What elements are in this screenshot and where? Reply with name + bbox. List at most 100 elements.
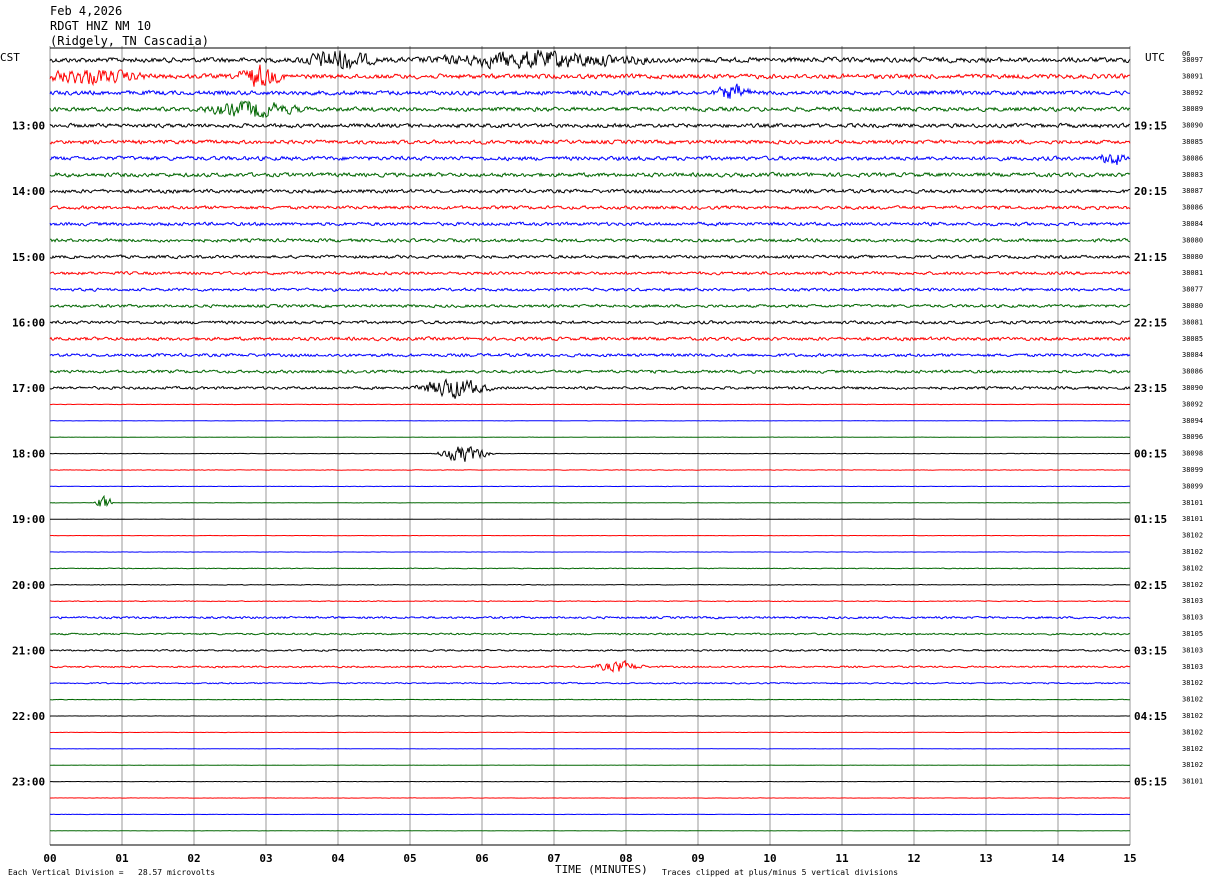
- row-value: 38102: [1182, 745, 1203, 753]
- x-tick-label: 01: [115, 852, 129, 865]
- seismic-trace: [49, 615, 1131, 620]
- row-value: 38096: [1182, 433, 1203, 441]
- x-tick-label: 13: [979, 852, 992, 865]
- seismic-trace: [49, 49, 1131, 70]
- seismic-trace: [49, 171, 1131, 178]
- seismic-trace: [49, 153, 1131, 165]
- seismic-trace: [49, 469, 1131, 471]
- row-value: 38086: [1182, 154, 1203, 162]
- left-hour-label: 22:00: [12, 710, 45, 723]
- row-value: 38103: [1182, 646, 1203, 654]
- seismic-trace: [49, 336, 1131, 342]
- right-hour-label: 05:15: [1134, 776, 1167, 789]
- left-hour-label: 18:00: [12, 448, 45, 461]
- row-value: 38090: [1182, 384, 1203, 392]
- seismic-trace: [49, 446, 1130, 462]
- seismic-trace: [49, 369, 1131, 374]
- row-value: 38092: [1182, 89, 1203, 97]
- right-hour-label: 20:15: [1134, 185, 1167, 198]
- row-value: 38099: [1182, 482, 1203, 490]
- seismic-trace: [49, 583, 1130, 586]
- seismic-trace: [49, 352, 1131, 358]
- seismic-trace: [49, 681, 1131, 685]
- seismic-trace: [49, 100, 1131, 119]
- x-tick-label: 04: [331, 852, 345, 865]
- seismic-trace: [49, 254, 1131, 260]
- row-value: 38084: [1182, 351, 1203, 359]
- right-hour-label: 22:15: [1134, 316, 1167, 329]
- row-value: 38089: [1182, 105, 1203, 113]
- left-hour-label: 13:00: [12, 120, 45, 133]
- x-tick-label: 09: [691, 852, 704, 865]
- station-code: RDGT HNZ NM 10: [50, 19, 152, 33]
- left-hour-label: 21:00: [12, 644, 45, 657]
- row-value: 38101: [1182, 778, 1203, 786]
- row-value: 38085: [1182, 138, 1203, 146]
- seismic-trace: [49, 205, 1131, 211]
- x-tick-label: 03: [259, 852, 272, 865]
- row-value: 38102: [1182, 712, 1203, 720]
- row-value: 38102: [1182, 548, 1203, 556]
- left-hour-label: 23:00: [12, 776, 45, 789]
- seismic-trace: [49, 632, 1131, 636]
- seismic-trace: [49, 320, 1131, 325]
- row-value: 38080: [1182, 253, 1203, 261]
- seismic-trace: [49, 122, 1131, 129]
- right-hour-label: 01:15: [1134, 513, 1167, 526]
- seismic-trace: [49, 270, 1131, 276]
- row-value: 38103: [1182, 597, 1203, 605]
- chart-date: Feb 4,2026: [50, 4, 123, 18]
- row-value: 38101: [1182, 499, 1203, 507]
- row-value: 38080: [1182, 302, 1203, 310]
- row-value: 38102: [1182, 679, 1203, 687]
- row-value: 38080: [1182, 236, 1203, 244]
- clip-note: Traces clipped at plus/minus 5 vertical …: [662, 868, 899, 877]
- seismic-trace: [49, 659, 1131, 673]
- row-value: 38087: [1182, 187, 1203, 195]
- seismic-trace: [49, 303, 1131, 309]
- row-value: 38081: [1182, 269, 1203, 277]
- row-value: 38092: [1182, 400, 1203, 408]
- row-value: 38105: [1182, 630, 1203, 638]
- seismic-trace: [49, 567, 1130, 570]
- x-tick-label: 12: [907, 852, 920, 865]
- seismic-trace: [50, 237, 1131, 243]
- left-hour-label: 16:00: [12, 316, 45, 329]
- left-hour-label: 17:00: [12, 382, 45, 395]
- right-hour-label: 02:15: [1134, 579, 1167, 592]
- row-value: 38103: [1182, 614, 1203, 622]
- row-value: 38081: [1182, 318, 1203, 326]
- row-value: 38102: [1182, 696, 1203, 704]
- x-axis-title: TIME (MINUTES): [555, 863, 648, 876]
- row-value: 38094: [1182, 417, 1203, 425]
- left-hour-label: 20:00: [12, 579, 45, 592]
- row-value: 38101: [1182, 515, 1203, 523]
- row-value: 38102: [1182, 728, 1203, 736]
- right-hour-label: 23:15: [1134, 382, 1167, 395]
- row-value: 38086: [1182, 368, 1203, 376]
- row-value: 38102: [1182, 761, 1203, 769]
- row-value: 38091: [1182, 72, 1203, 80]
- x-tick-label: 00: [43, 852, 56, 865]
- seismic-trace: [49, 494, 1131, 507]
- row-value: 38103: [1182, 663, 1203, 671]
- x-tick-label: 02: [187, 852, 200, 865]
- row-value: 38085: [1182, 335, 1203, 343]
- x-tick-label: 15: [1123, 852, 1136, 865]
- seismic-trace: [49, 378, 1131, 399]
- row-value: 38084: [1182, 220, 1203, 228]
- row-value: 38086: [1182, 204, 1203, 212]
- row-value: 38099: [1182, 466, 1203, 474]
- x-tick-label: 10: [763, 852, 776, 865]
- seismic-trace: [49, 648, 1131, 652]
- x-tick-label: 11: [835, 852, 849, 865]
- scale-note: Each Vertical Division = 28.57 microvolt…: [8, 868, 216, 877]
- row-value: 38077: [1182, 286, 1203, 294]
- row-value: 38090: [1182, 122, 1203, 130]
- row-value: 38102: [1182, 532, 1203, 540]
- right-hour-label: 04:15: [1134, 710, 1167, 723]
- left-hour-label: 15:00: [12, 251, 45, 264]
- seismic-trace: [50, 287, 1131, 292]
- seismic-trace: [49, 64, 1131, 87]
- x-tick-label: 05: [403, 852, 416, 865]
